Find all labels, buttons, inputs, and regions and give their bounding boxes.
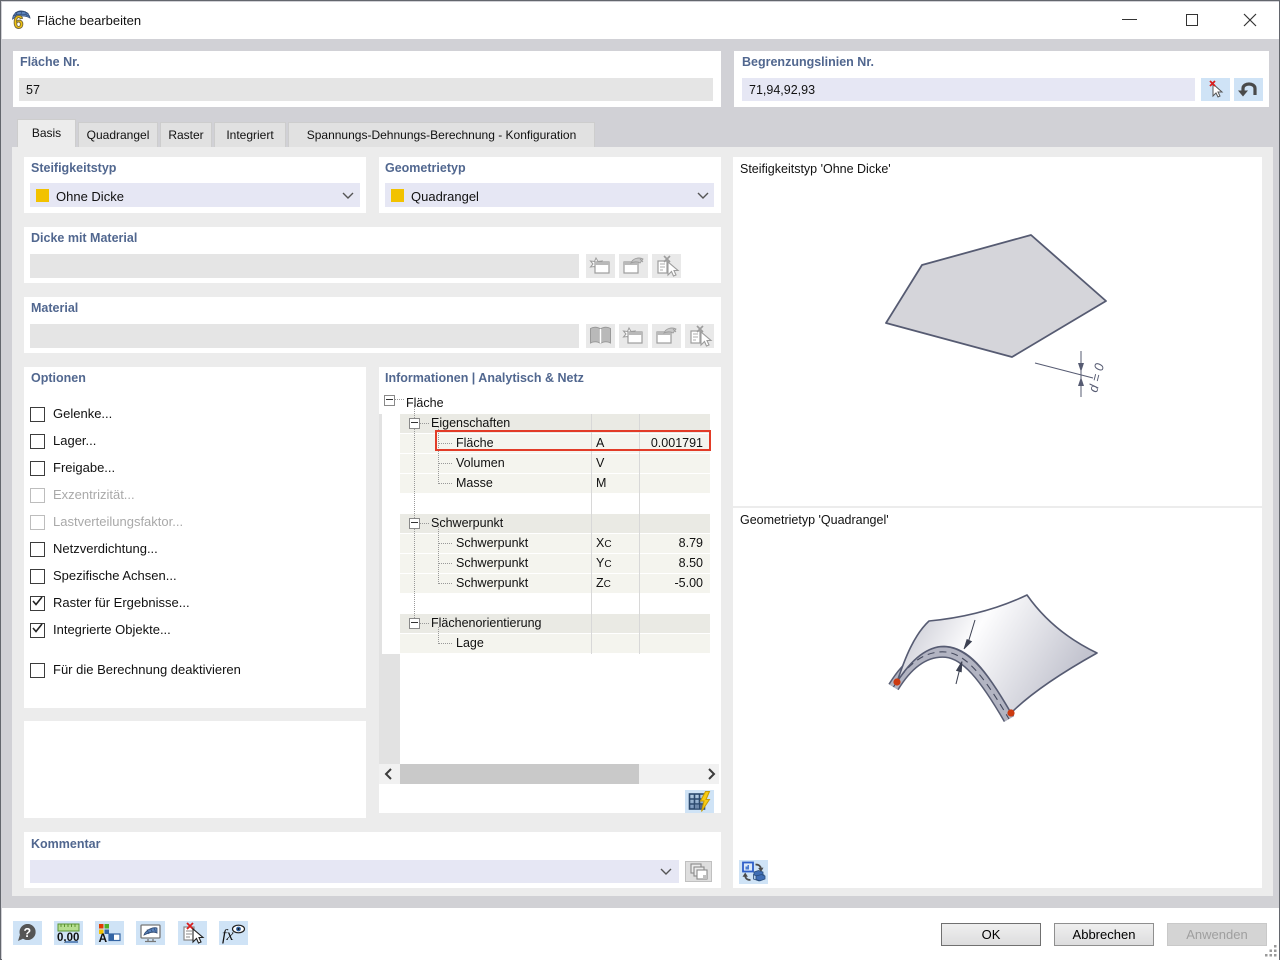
svg-text:6: 6 [14,13,24,32]
svg-text:fx: fx [222,927,234,944]
svg-text:?: ? [24,926,32,940]
svg-text:d = 0: d = 0 [1085,361,1107,394]
svg-text:A: A [99,931,108,945]
